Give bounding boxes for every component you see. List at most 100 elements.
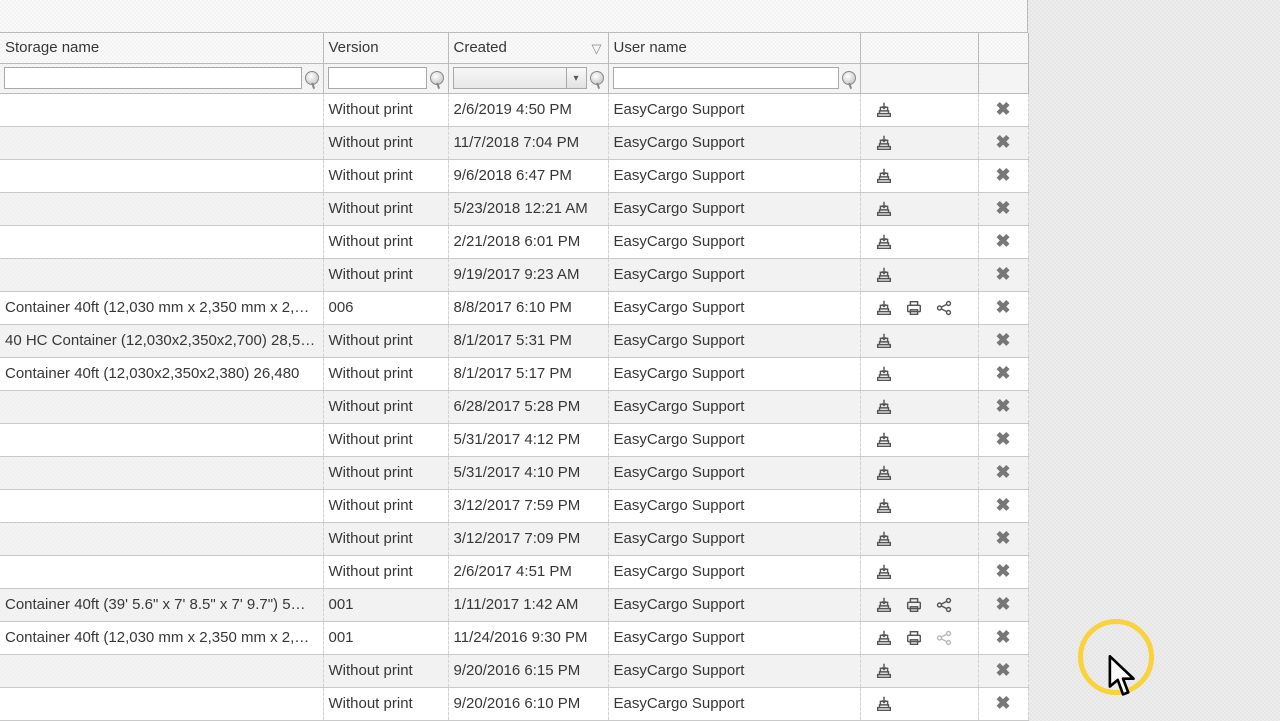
cell-version: Without print xyxy=(323,456,448,489)
filter-created-datepicker[interactable]: ▾ xyxy=(453,67,587,89)
table-row[interactable]: Container 40ft (12,030 mm x 2,350 mm x 2… xyxy=(0,621,1028,654)
delete-icon[interactable]: ✖ xyxy=(995,462,1010,482)
delete-icon[interactable]: ✖ xyxy=(995,264,1010,284)
table-row[interactable]: Without print9/20/2016 6:10 PMEasyCargo … xyxy=(0,687,1028,720)
table-row[interactable]: Without print2/6/2017 4:51 PMEasyCargo S… xyxy=(0,555,1028,588)
cell-created: 2/6/2017 4:51 PM xyxy=(448,555,608,588)
load-icon[interactable] xyxy=(874,331,894,351)
cell-user: EasyCargo Support xyxy=(608,555,860,588)
table-row[interactable]: Without print2/6/2019 4:50 PMEasyCargo S… xyxy=(0,93,1028,126)
cell-storage xyxy=(0,159,323,192)
col-version-header[interactable]: Version xyxy=(323,33,448,63)
delete-icon[interactable]: ✖ xyxy=(995,198,1010,218)
cell-storage xyxy=(0,654,323,687)
load-icon[interactable] xyxy=(874,364,894,384)
load-icon[interactable] xyxy=(874,628,894,648)
delete-icon[interactable]: ✖ xyxy=(995,99,1010,119)
load-icon[interactable] xyxy=(874,298,894,318)
load-icon[interactable] xyxy=(874,463,894,483)
table-row[interactable]: Container 40ft (12,030x2,350x2,380) 26,4… xyxy=(0,357,1028,390)
filter-pin-icon[interactable] xyxy=(590,71,604,85)
col-created-header[interactable]: Created ▽ xyxy=(448,33,608,63)
col-storage-header[interactable]: Storage name xyxy=(0,33,323,63)
cell-created: 2/21/2018 6:01 PM xyxy=(448,225,608,258)
filter-pin-icon[interactable] xyxy=(842,71,856,85)
delete-icon[interactable]: ✖ xyxy=(995,396,1010,416)
delete-icon[interactable]: ✖ xyxy=(995,330,1010,350)
cell-user: EasyCargo Support xyxy=(608,159,860,192)
cell-actions xyxy=(860,423,978,456)
table-row[interactable]: Without print9/20/2016 6:15 PMEasyCargo … xyxy=(0,654,1028,687)
cell-user: EasyCargo Support xyxy=(608,126,860,159)
filter-version-input[interactable] xyxy=(328,67,427,89)
cell-created: 11/24/2016 9:30 PM xyxy=(448,621,608,654)
filter-user-input[interactable] xyxy=(613,67,839,89)
filter-pin-icon[interactable] xyxy=(430,71,444,85)
load-icon[interactable] xyxy=(874,397,894,417)
delete-icon[interactable]: ✖ xyxy=(995,693,1010,713)
load-icon[interactable] xyxy=(874,133,894,153)
cell-user: EasyCargo Support xyxy=(608,588,860,621)
table-row[interactable]: Without print3/12/2017 7:09 PMEasyCargo … xyxy=(0,522,1028,555)
print-icon[interactable] xyxy=(904,628,924,648)
table-row[interactable]: Without print5/23/2018 12:21 AMEasyCargo… xyxy=(0,192,1028,225)
print-icon[interactable] xyxy=(904,595,924,615)
load-icon[interactable] xyxy=(874,595,894,615)
share-icon[interactable] xyxy=(934,298,954,318)
cell-version: Without print xyxy=(323,93,448,126)
cell-version: Without print xyxy=(323,225,448,258)
delete-icon[interactable]: ✖ xyxy=(995,297,1010,317)
delete-icon[interactable]: ✖ xyxy=(995,231,1010,251)
table-row[interactable]: Without print9/6/2018 6:47 PMEasyCargo S… xyxy=(0,159,1028,192)
table-row[interactable]: Without print9/19/2017 9:23 AMEasyCargo … xyxy=(0,258,1028,291)
cell-delete: ✖ xyxy=(978,654,1028,687)
filter-storage-input[interactable] xyxy=(4,67,302,89)
cell-created: 6/28/2017 5:28 PM xyxy=(448,390,608,423)
load-icon[interactable] xyxy=(874,496,894,516)
cell-actions xyxy=(860,225,978,258)
delete-icon[interactable]: ✖ xyxy=(995,561,1010,581)
load-icon[interactable] xyxy=(874,100,894,120)
delete-icon[interactable]: ✖ xyxy=(995,429,1010,449)
delete-icon[interactable]: ✖ xyxy=(995,528,1010,548)
delete-icon[interactable]: ✖ xyxy=(995,165,1010,185)
load-icon[interactable] xyxy=(874,562,894,582)
delete-icon[interactable]: ✖ xyxy=(995,660,1010,680)
share-icon[interactable] xyxy=(934,595,954,615)
table-row[interactable]: Without print6/28/2017 5:28 PMEasyCargo … xyxy=(0,390,1028,423)
load-icon[interactable] xyxy=(874,265,894,285)
table-row[interactable]: Without print5/31/2017 4:10 PMEasyCargo … xyxy=(0,456,1028,489)
cell-user: EasyCargo Support xyxy=(608,456,860,489)
table-row[interactable]: Without print5/31/2017 4:12 PMEasyCargo … xyxy=(0,423,1028,456)
cell-version: Without print xyxy=(323,654,448,687)
load-icon[interactable] xyxy=(874,694,894,714)
cell-actions xyxy=(860,555,978,588)
col-actions-header xyxy=(860,33,978,63)
table-row[interactable]: Without print3/12/2017 7:59 PMEasyCargo … xyxy=(0,489,1028,522)
cell-delete: ✖ xyxy=(978,456,1028,489)
share-icon[interactable] xyxy=(934,628,954,648)
cell-actions xyxy=(860,621,978,654)
delete-icon[interactable]: ✖ xyxy=(995,363,1010,383)
print-icon[interactable] xyxy=(904,298,924,318)
table-row[interactable]: 40 HC Container (12,030x2,350x2,700) 28,… xyxy=(0,324,1028,357)
delete-icon[interactable]: ✖ xyxy=(995,495,1010,515)
filter-pin-icon[interactable] xyxy=(305,71,319,85)
dropdown-icon[interactable]: ▾ xyxy=(566,68,586,88)
load-icon[interactable] xyxy=(874,232,894,252)
table-row[interactable]: Container 40ft (39' 5.6" x 7' 8.5" x 7' … xyxy=(0,588,1028,621)
load-icon[interactable] xyxy=(874,661,894,681)
load-icon[interactable] xyxy=(874,166,894,186)
table-row[interactable]: Without print11/7/2018 7:04 PMEasyCargo … xyxy=(0,126,1028,159)
delete-icon[interactable]: ✖ xyxy=(995,594,1010,614)
table-row[interactable]: Without print2/21/2018 6:01 PMEasyCargo … xyxy=(0,225,1028,258)
load-icon[interactable] xyxy=(874,430,894,450)
delete-icon[interactable]: ✖ xyxy=(995,627,1010,647)
load-icon[interactable] xyxy=(874,199,894,219)
cell-actions xyxy=(860,159,978,192)
header-row: Storage name Version Created ▽ User name xyxy=(0,33,1028,63)
load-icon[interactable] xyxy=(874,529,894,549)
delete-icon[interactable]: ✖ xyxy=(995,132,1010,152)
table-row[interactable]: Container 40ft (12,030 mm x 2,350 mm x 2… xyxy=(0,291,1028,324)
col-user-header[interactable]: User name xyxy=(608,33,860,63)
